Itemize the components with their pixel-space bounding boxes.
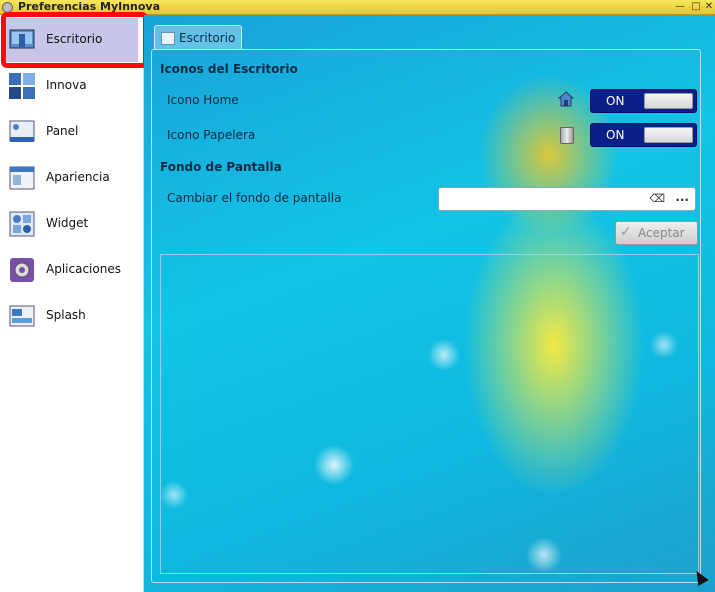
sidebar-item-apariencia[interactable]: Apariencia (4, 156, 138, 200)
accept-button[interactable]: ✓ Aceptar (615, 221, 698, 245)
sidebar-item-label: Splash (46, 308, 86, 322)
section-title-icons: Iconos del Escritorio (160, 62, 298, 76)
section-title-wallpaper: Fondo de Pantalla (160, 160, 282, 174)
trash-icon-label: Icono Papelera (167, 128, 256, 142)
selection-highlight-frame (1, 12, 148, 68)
clear-input-icon[interactable]: ⌫ (649, 192, 665, 205)
tab-label: Escritorio (179, 31, 236, 45)
wallpaper-file-input[interactable]: ⌫ ... (438, 187, 696, 211)
sidebar-item-label: Panel (46, 124, 79, 138)
sidebar-item-innova[interactable]: Innova (4, 64, 138, 108)
sidebar-item-label: Apariencia (46, 170, 110, 184)
applications-gear-icon (10, 258, 34, 282)
appearance-icon (9, 166, 35, 190)
browse-button[interactable]: ... (675, 190, 689, 204)
maximize-icon[interactable]: □ (690, 1, 702, 12)
toggle-knob (644, 93, 693, 109)
sidebar-item-label: Widget (46, 216, 89, 230)
minimize-icon[interactable]: — (674, 1, 686, 12)
splash-icon (9, 305, 35, 327)
sidebar-item-splash[interactable]: Splash (4, 294, 138, 338)
home-icon-toggle[interactable]: ON (590, 89, 697, 113)
toggle-state-label: ON (606, 128, 625, 142)
wallpaper-label: Cambiar el fondo de pantalla (167, 191, 342, 205)
check-icon: ✓ (620, 224, 632, 240)
sidebar-item-label: Aplicaciones (46, 262, 121, 276)
widget-icon (9, 211, 35, 237)
sidebar: Escritorio Innova Panel Apariencia Widge… (0, 15, 144, 592)
tab-escritorio[interactable]: Escritorio (154, 25, 242, 50)
sidebar-item-panel[interactable]: Panel (4, 110, 138, 154)
sidebar-item-aplicaciones[interactable]: Aplicaciones (4, 248, 138, 292)
sidebar-item-label: Innova (46, 78, 87, 92)
home-icon (558, 91, 574, 107)
toggle-knob (644, 127, 693, 143)
panel-icon (9, 120, 35, 142)
innova-icon (9, 73, 35, 99)
accept-button-label: Aceptar (638, 226, 685, 240)
main-content: Escritorio Iconos del Escritorio Icono H… (144, 15, 715, 592)
trash-icon-toggle[interactable]: ON (590, 123, 697, 147)
close-icon[interactable]: ✕ (703, 1, 715, 12)
desktop-tab-icon (161, 32, 175, 45)
toggle-state-label: ON (606, 94, 625, 108)
home-icon-label: Icono Home (167, 93, 239, 107)
wallpaper-preview (160, 254, 699, 574)
trash-icon (560, 127, 574, 144)
sidebar-item-widget[interactable]: Widget (4, 202, 138, 246)
